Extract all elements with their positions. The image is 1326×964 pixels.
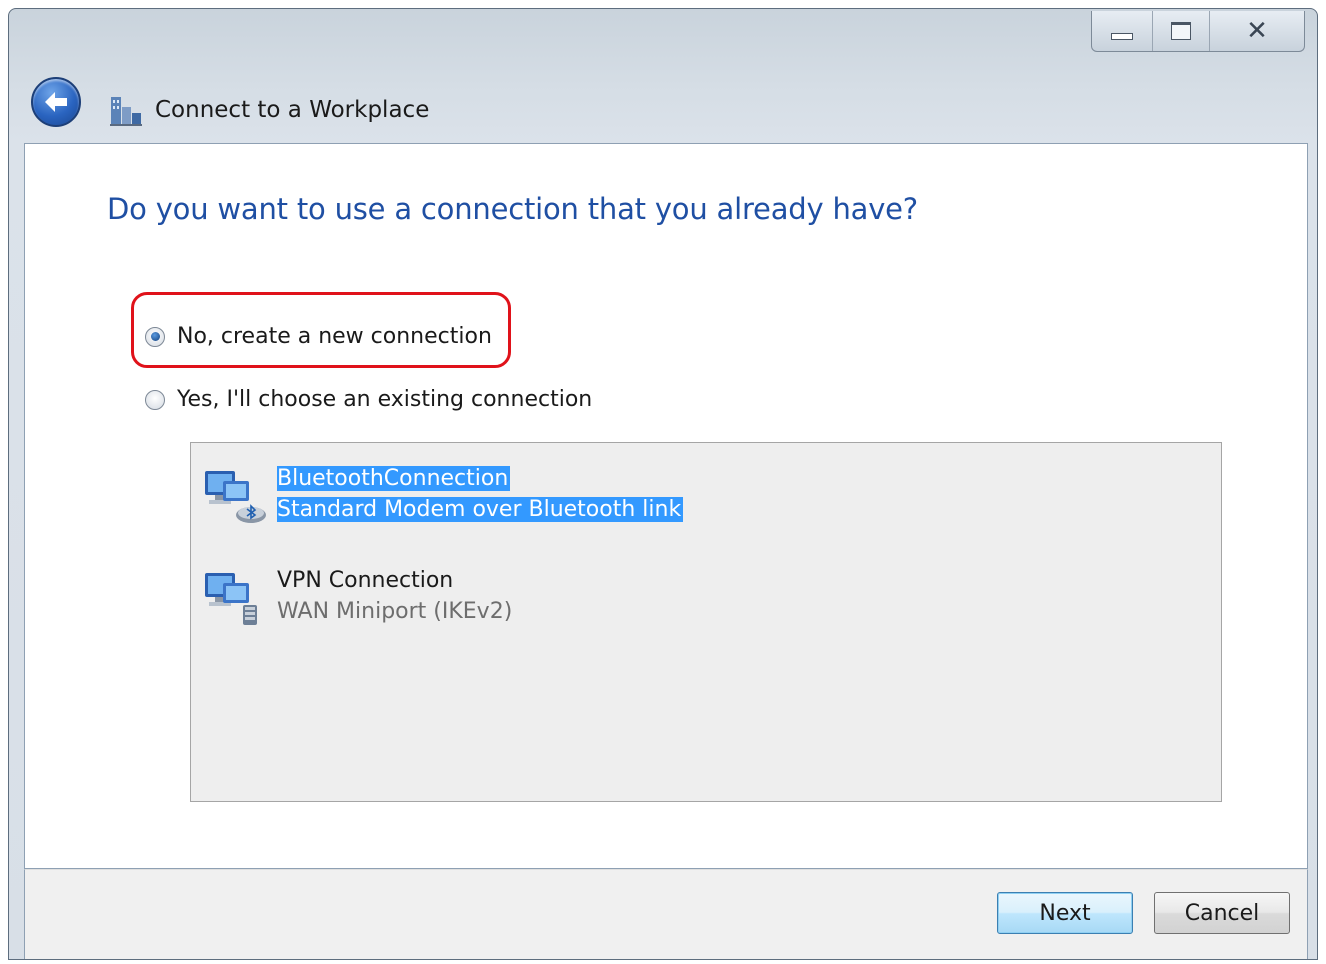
radio-create-new[interactable]: [145, 326, 165, 347]
cancel-button[interactable]: Cancel: [1154, 892, 1290, 934]
workplace-icon: [110, 97, 142, 126]
connection-name: BluetoothConnection: [277, 466, 511, 491]
maximize-button[interactable]: [1152, 11, 1209, 51]
window-controls: ✕: [1091, 11, 1305, 52]
back-button[interactable]: [31, 77, 81, 127]
list-item-text: BluetoothConnection Standard Modem over …: [277, 463, 684, 529]
window-title: Connect to a Workplace: [155, 97, 430, 123]
back-arrow-icon: [45, 92, 67, 112]
close-button[interactable]: ✕: [1209, 11, 1304, 51]
list-item-text: VPN Connection WAN Miniport (IKEv2): [277, 565, 512, 631]
maximize-icon: [1171, 22, 1191, 40]
list-item[interactable]: BluetoothConnection Standard Modem over …: [203, 463, 684, 529]
option-use-existing[interactable]: Yes, I'll choose an existing connection: [145, 387, 592, 412]
minimize-icon: [1111, 32, 1133, 40]
dialog-window: ✕ Connect to a Workplace Do you want to …: [8, 8, 1318, 960]
connection-device: WAN Miniport (IKEv2): [277, 599, 513, 624]
connection-device: Standard Modem over Bluetooth link: [277, 497, 684, 522]
button-bar: Next Cancel: [24, 869, 1308, 959]
connection-list[interactable]: BluetoothConnection Standard Modem over …: [190, 442, 1222, 802]
bluetooth-modem-connection-icon: [205, 471, 266, 523]
content-panel: Do you want to use a connection that you…: [24, 143, 1308, 869]
minimize-button[interactable]: [1092, 11, 1152, 51]
option-use-existing-label: Yes, I'll choose an existing connection: [177, 387, 593, 412]
page-heading: Do you want to use a connection that you…: [107, 192, 918, 226]
option-create-new[interactable]: No, create a new connection: [145, 324, 492, 349]
radio-selected-dot: [150, 332, 160, 341]
list-item[interactable]: VPN Connection WAN Miniport (IKEv2): [203, 565, 512, 631]
connection-name: VPN Connection: [277, 568, 454, 593]
option-create-new-label: No, create a new connection: [177, 324, 492, 349]
next-button[interactable]: Next: [997, 892, 1133, 934]
close-icon: ✕: [1246, 16, 1268, 46]
radio-use-existing[interactable]: [145, 389, 165, 410]
vpn-connection-icon: [205, 573, 257, 625]
title-bar: ✕ Connect to a Workplace: [9, 9, 1317, 143]
